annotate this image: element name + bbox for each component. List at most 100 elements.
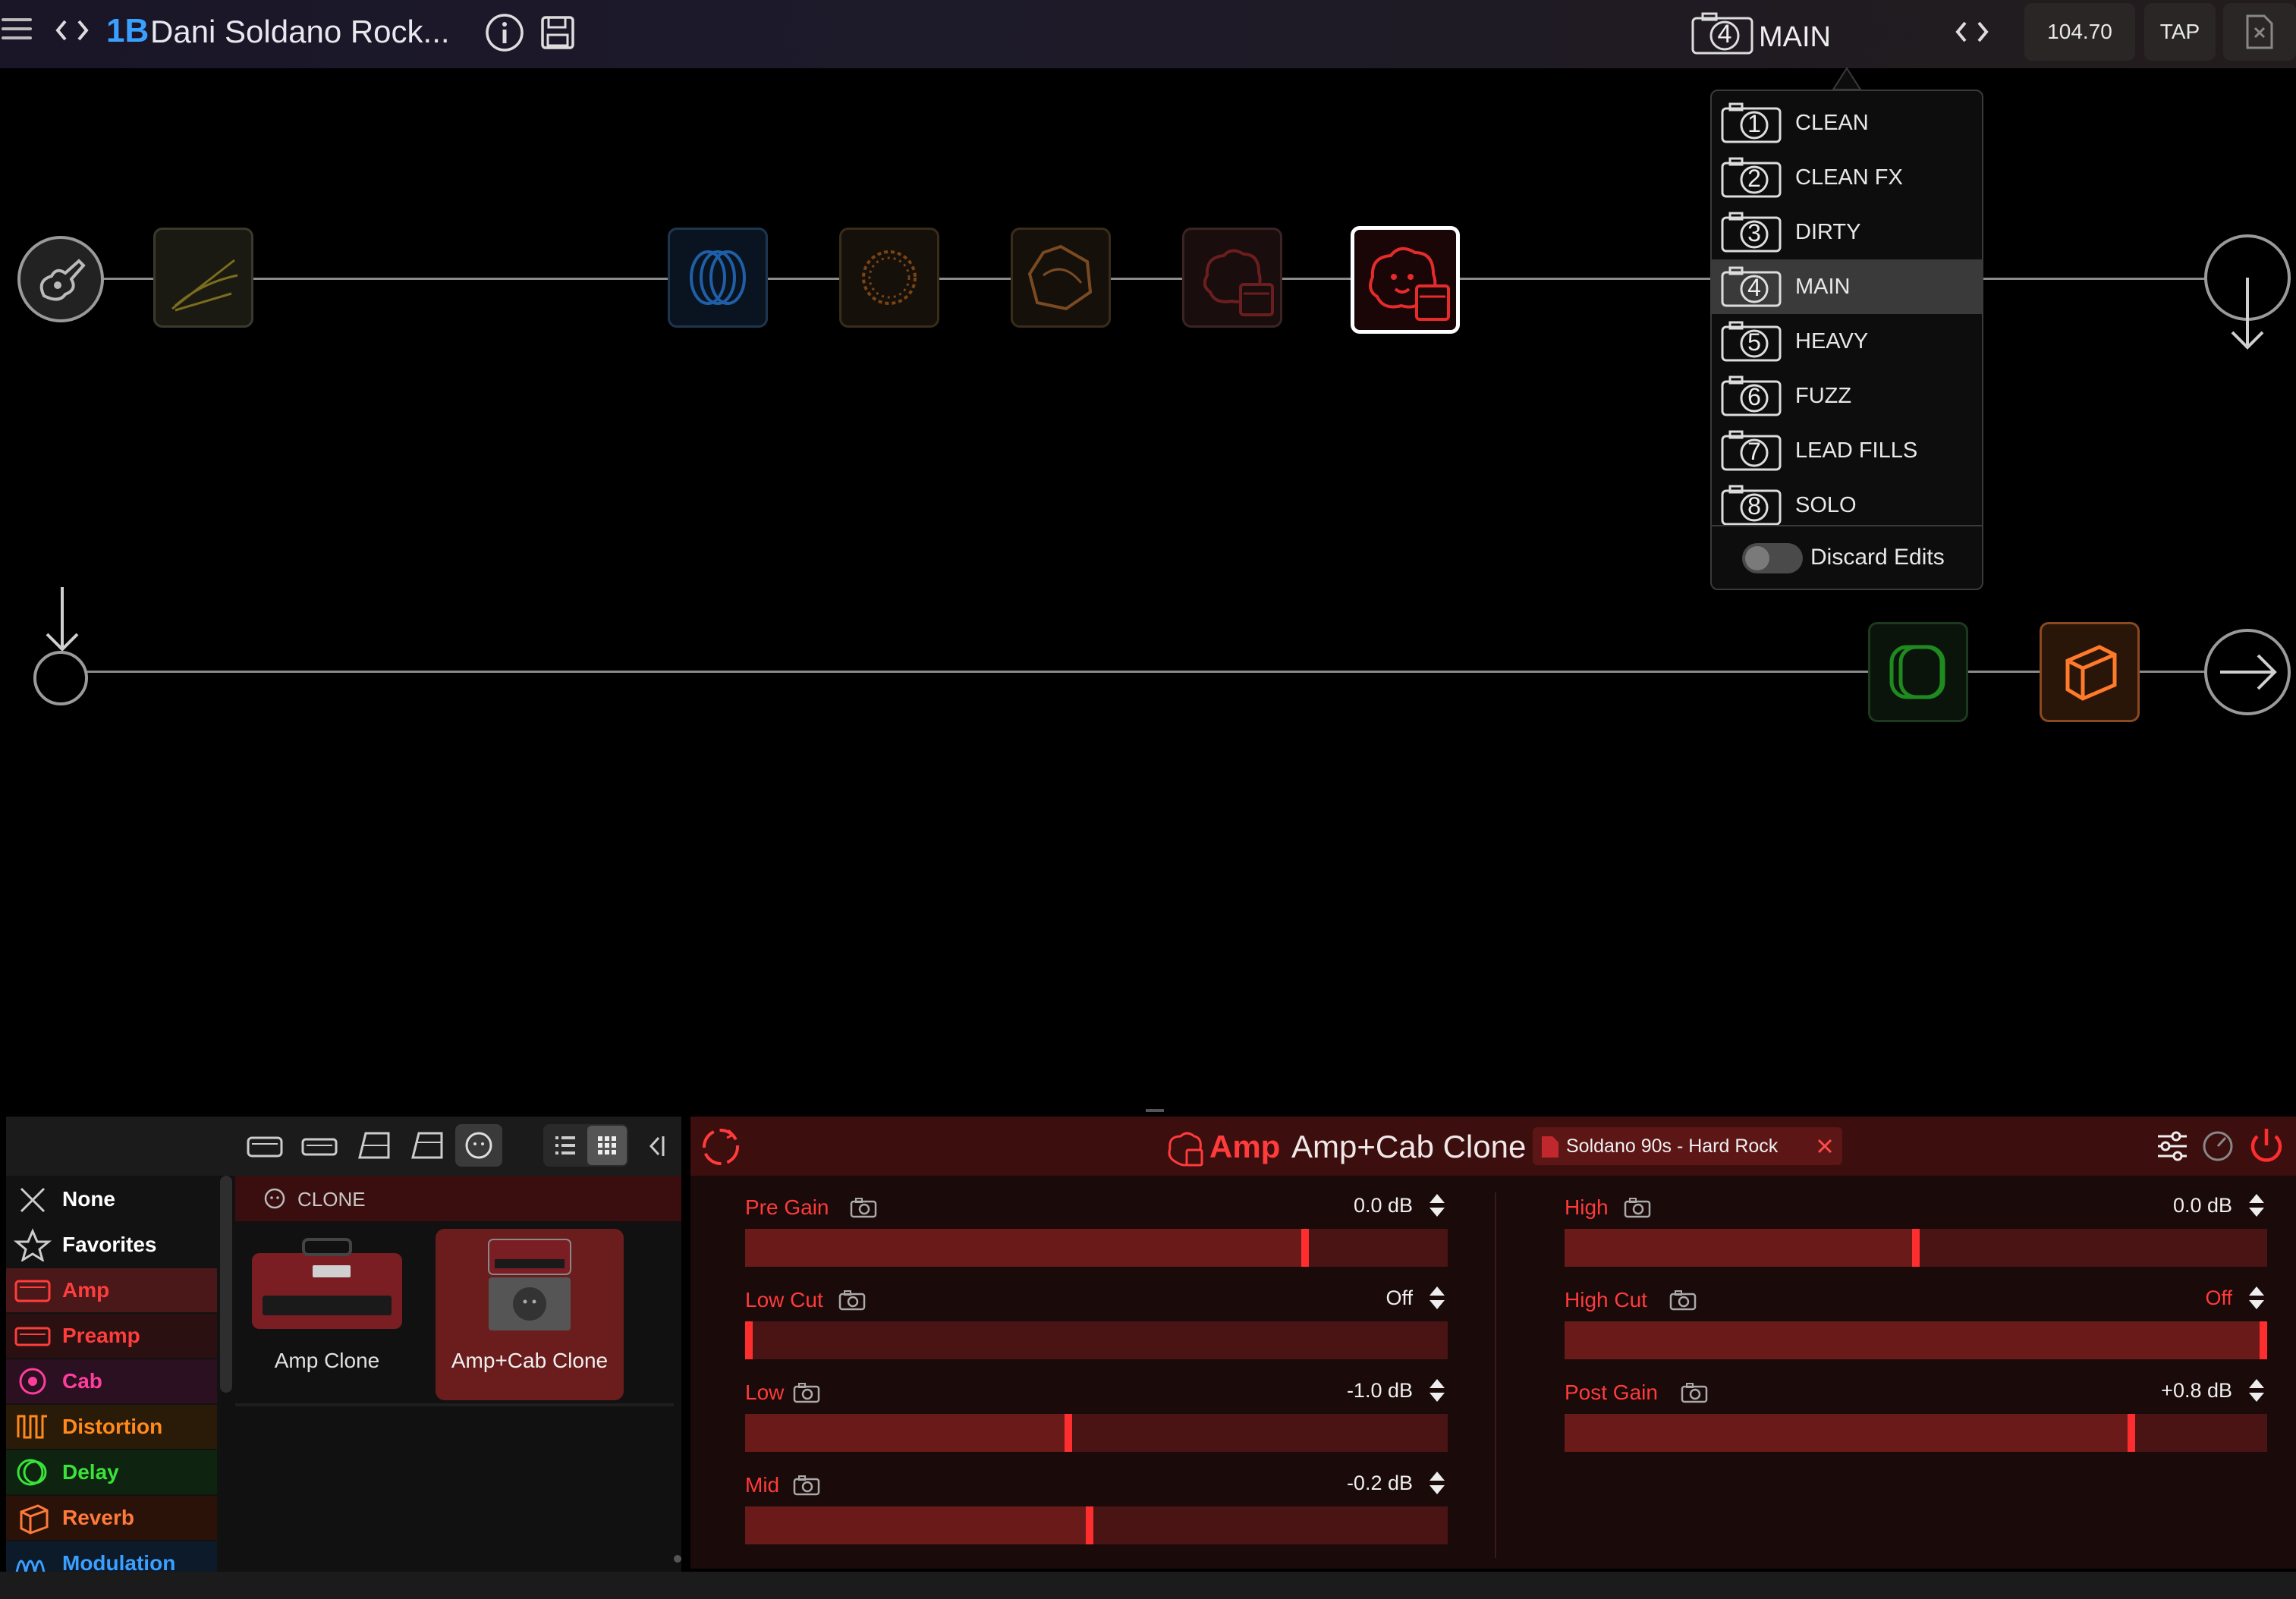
parameter-slider[interactable] xyxy=(745,1229,1448,1267)
snapshot-camera-icon[interactable] xyxy=(1669,1290,1697,1311)
slider-thumb[interactable] xyxy=(1065,1414,1072,1452)
path-2-output-icon[interactable] xyxy=(2203,628,2294,723)
snapshot-item[interactable]: 2 CLEAN FX xyxy=(1712,150,1982,205)
chevron-left-right-icon[interactable] xyxy=(52,15,93,46)
category-scrollbar[interactable] xyxy=(220,1176,232,1393)
power-icon[interactable] xyxy=(2244,1124,2288,1168)
parameter-name: Mid xyxy=(745,1473,780,1497)
clone-filter-icon[interactable] xyxy=(455,1124,502,1167)
category-item[interactable]: Reverb xyxy=(6,1496,217,1540)
parameter-slider[interactable] xyxy=(1565,1321,2267,1359)
reverb-block[interactable] xyxy=(1011,228,1111,328)
value-stepper-icon[interactable] xyxy=(1428,1192,1446,1218)
category-item[interactable]: Amp xyxy=(6,1268,217,1312)
value-stepper-icon[interactable] xyxy=(1428,1285,1446,1311)
model-tile-amp-clone[interactable]: Amp Clone xyxy=(241,1229,413,1400)
category-item[interactable]: None xyxy=(6,1177,217,1221)
category-item[interactable]: Preamp xyxy=(6,1314,217,1358)
model-tile-amp-cab-clone-selected[interactable]: Amp+Cab Clone xyxy=(436,1229,624,1400)
combo-filter-icon[interactable] xyxy=(408,1130,446,1164)
discard-edits-toggle[interactable] xyxy=(1742,543,1803,573)
preset-nav-arrows[interactable] xyxy=(52,15,93,46)
parameter-slider[interactable] xyxy=(745,1414,1448,1452)
eq-icon xyxy=(171,259,238,312)
parameter-slider[interactable] xyxy=(745,1506,1448,1544)
parameter-slider[interactable] xyxy=(1565,1414,2267,1452)
snapshot-camera-icon[interactable] xyxy=(1624,1197,1651,1218)
parameter-slider[interactable] xyxy=(745,1321,1448,1359)
parameter-value[interactable]: Off xyxy=(1385,1286,1413,1310)
panel-resize-handle[interactable] xyxy=(1146,1109,1164,1112)
snapshot-item[interactable]: 5 HEAVY xyxy=(1712,314,1982,369)
value-stepper-icon[interactable] xyxy=(2247,1378,2266,1403)
menu-icon[interactable] xyxy=(2,12,32,46)
amp-icon xyxy=(14,1280,51,1302)
tuner-gauge-icon[interactable] xyxy=(2200,1129,2235,1164)
snapshot-item[interactable]: 1 CLEAN xyxy=(1712,96,1982,150)
parameter-value[interactable]: -0.2 dB xyxy=(1347,1472,1413,1495)
amp-clone-block[interactable] xyxy=(1182,228,1282,328)
slider-thumb[interactable] xyxy=(1086,1506,1093,1544)
value-stepper-icon[interactable] xyxy=(1428,1470,1446,1496)
input-guitar-icon[interactable] xyxy=(15,234,106,328)
chevron-left-right-icon[interactable] xyxy=(1952,17,1992,47)
list-view-icon[interactable] xyxy=(546,1127,584,1164)
slider-thumb[interactable] xyxy=(2260,1321,2267,1359)
clone-selector[interactable]: Soldano 90s - Hard Rock xyxy=(1533,1127,1842,1165)
save-icon[interactable] xyxy=(540,15,575,54)
category-item[interactable]: Delay xyxy=(6,1450,217,1494)
parameter-value[interactable]: Off xyxy=(2205,1286,2232,1310)
distortion-block[interactable] xyxy=(839,228,939,328)
settings-sliders-icon[interactable] xyxy=(2155,1129,2190,1164)
reset-icon[interactable] xyxy=(698,1124,744,1170)
modulation-block[interactable] xyxy=(668,228,768,328)
snapshot-nav-arrows[interactable] xyxy=(1952,17,1992,51)
value-stepper-icon[interactable] xyxy=(2247,1192,2266,1218)
tempo-display[interactable]: 104.70 xyxy=(2024,3,2135,61)
snapshot-camera-icon[interactable] xyxy=(1681,1382,1708,1403)
preamp-filter-icon[interactable] xyxy=(300,1132,338,1164)
snapshot-item[interactable]: 6 FUZZ xyxy=(1712,369,1982,423)
parameter-name: Low Cut xyxy=(745,1288,823,1312)
status-strip xyxy=(0,1572,2296,1599)
reverb-block-2[interactable] xyxy=(2040,622,2140,722)
grid-view-icon[interactable] xyxy=(587,1126,627,1165)
snapshot-camera-icon[interactable] xyxy=(850,1197,877,1218)
slider-thumb[interactable] xyxy=(745,1321,753,1359)
category-item[interactable]: Cab xyxy=(6,1359,217,1403)
parameter-slider[interactable] xyxy=(1565,1229,2267,1267)
snapshot-camera-icon[interactable] xyxy=(838,1290,866,1311)
clear-clone-icon[interactable] xyxy=(1816,1138,1833,1154)
category-label: Reverb xyxy=(62,1506,134,1529)
parameter-value[interactable]: -1.0 dB xyxy=(1347,1379,1413,1403)
category-item[interactable]: Favorites xyxy=(6,1223,217,1267)
parameter-value[interactable]: 0.0 dB xyxy=(1354,1194,1413,1217)
snapshot-selector[interactable]: 4 MAIN xyxy=(1691,11,1831,60)
preset-id[interactable]: 1B xyxy=(106,12,149,50)
eq-block[interactable] xyxy=(153,228,253,328)
slider-thumb[interactable] xyxy=(1912,1229,1920,1267)
snapshot-camera-icon[interactable] xyxy=(793,1475,820,1496)
output-icon[interactable] xyxy=(2223,3,2296,61)
path-2-input-icon[interactable] xyxy=(27,581,96,714)
delay-block[interactable] xyxy=(1868,622,1968,722)
slider-thumb[interactable] xyxy=(2128,1414,2135,1452)
value-stepper-icon[interactable] xyxy=(2247,1285,2266,1311)
info-icon[interactable] xyxy=(484,12,525,57)
path-1-output-icon[interactable] xyxy=(2203,232,2294,365)
cab-filter-icon[interactable] xyxy=(355,1130,393,1164)
snapshot-item[interactable]: 3 DIRTY xyxy=(1712,205,1982,259)
category-item[interactable]: Distortion xyxy=(6,1405,217,1449)
tap-button[interactable]: TAP xyxy=(2144,3,2216,61)
preset-name[interactable]: Dani Soldano Rock... xyxy=(150,14,450,50)
value-stepper-icon[interactable] xyxy=(1428,1378,1446,1403)
snapshot-camera-icon[interactable] xyxy=(793,1382,820,1403)
parameter-value[interactable]: +0.8 dB xyxy=(2161,1379,2232,1403)
amp-filter-icon[interactable] xyxy=(246,1132,284,1164)
slider-thumb[interactable] xyxy=(1301,1229,1309,1267)
collapse-panel-icon[interactable] xyxy=(645,1133,668,1163)
amp-cab-clone-block-selected[interactable] xyxy=(1351,226,1460,334)
snapshot-item[interactable]: 7 LEAD FILLS xyxy=(1712,423,1982,478)
parameter-value[interactable]: 0.0 dB xyxy=(2173,1194,2232,1217)
snapshot-item[interactable]: 4 MAIN xyxy=(1712,259,1982,314)
